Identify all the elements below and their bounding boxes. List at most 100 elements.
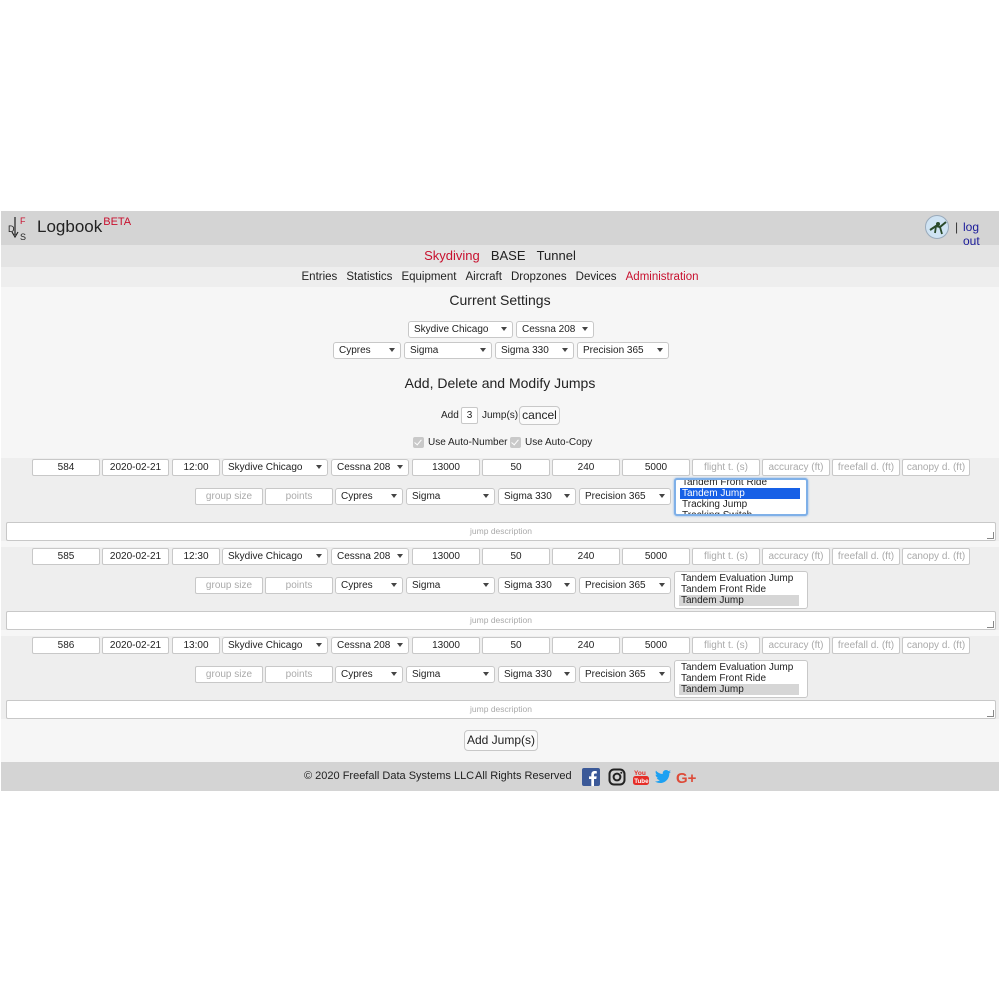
jump-reserve-select[interactable]: Precision 365	[579, 488, 671, 505]
jump-dropzone-select[interactable]: Skydive Chicago	[222, 548, 328, 565]
resize-grip-icon[interactable]	[987, 710, 994, 717]
tab-skydiving[interactable]: Skydiving	[424, 245, 480, 267]
jump-date-input[interactable]: 2020-02-21	[102, 548, 169, 565]
jump-canopy-time-input[interactable]: 240	[552, 459, 620, 476]
tab-administration[interactable]: Administration	[626, 267, 699, 287]
jump-group-size-input[interactable]: group size	[195, 666, 263, 683]
jump-type-option[interactable]: Tracking Jump	[680, 499, 800, 510]
jump-points-input[interactable]: points	[265, 577, 333, 594]
jump-points-input[interactable]: points	[265, 488, 333, 505]
jump-type-option[interactable]: Tandem Jump	[680, 488, 800, 499]
jump-reserve-select[interactable]: Precision 365	[579, 577, 671, 594]
jump-time-input[interactable]: 12:00	[172, 459, 220, 476]
jump-freefall-time-input[interactable]: 50	[482, 548, 550, 565]
jump-main-select[interactable]: Sigma 330	[498, 666, 576, 683]
jump-altitude-input[interactable]: 13000	[412, 637, 480, 654]
jump-accuracy-input[interactable]: accuracy (ft)	[762, 548, 830, 565]
default-container-select[interactable]: Sigma	[404, 342, 492, 359]
logout-link[interactable]: log out	[963, 220, 999, 248]
jump-freefall-input[interactable]: freefall d. (ft)	[832, 637, 900, 654]
youtube-icon[interactable]: You Tube	[632, 768, 650, 786]
jump-canopy-time-input[interactable]: 240	[552, 548, 620, 565]
jump-type-option[interactable]: Tandem Jump	[679, 684, 799, 695]
jump-container-select[interactable]: Sigma	[406, 488, 495, 505]
jump-freefall-input[interactable]: freefall d. (ft)	[832, 548, 900, 565]
jump-type-option[interactable]: Tandem Jump	[679, 595, 799, 606]
jump-aad-select[interactable]: Cypres	[335, 577, 403, 594]
jump-altitude-input[interactable]: 13000	[412, 459, 480, 476]
jump-points-input[interactable]: points	[265, 666, 333, 683]
default-reserve-select[interactable]: Precision 365	[577, 342, 669, 359]
default-aad-select[interactable]: Cypres	[333, 342, 401, 359]
jump-aad-select[interactable]: Cypres	[335, 666, 403, 683]
jump-type-option[interactable]: Tandem Evaluation Jump	[679, 662, 799, 673]
add-count-input[interactable]: 3	[461, 407, 478, 424]
jump-type-listbox[interactable]: Tandem Front Ride Tandem Jump Tracking Jum…	[674, 478, 808, 516]
jump-flight-time-input[interactable]: flight t. (s)	[692, 459, 760, 476]
jump-accuracy-input[interactable]: accuracy (ft)	[762, 459, 830, 476]
google-plus-icon[interactable]: G+	[676, 768, 700, 786]
jump-type-option[interactable]: Tandem Front Ride	[680, 480, 800, 488]
jump-dropzone-select[interactable]: Skydive Chicago	[222, 637, 328, 654]
default-main-select[interactable]: Sigma 330	[495, 342, 574, 359]
jump-deploy-input[interactable]: 5000	[622, 637, 690, 654]
jump-deploy-input[interactable]: 5000	[622, 548, 690, 565]
default-dropzone-select[interactable]: Skydive Chicago	[408, 321, 513, 338]
jump-number-input[interactable]: 584	[32, 459, 100, 476]
jump-group-size-input[interactable]: group size	[195, 488, 263, 505]
jump-canopy-input[interactable]: canopy d. (ft)	[902, 548, 970, 565]
jump-canopy-time-input[interactable]: 240	[552, 637, 620, 654]
jump-canopy-input[interactable]: canopy d. (ft)	[902, 637, 970, 654]
jump-freefall-time-input[interactable]: 50	[482, 459, 550, 476]
jump-number-input[interactable]: 585	[32, 548, 100, 565]
tab-devices[interactable]: Devices	[576, 267, 617, 287]
jump-freefall-time-input[interactable]: 50	[482, 637, 550, 654]
user-avatar[interactable]	[925, 215, 949, 239]
jump-flight-time-input[interactable]: flight t. (s)	[692, 637, 760, 654]
jump-time-input[interactable]: 13:00	[172, 637, 220, 654]
twitter-icon[interactable]	[654, 768, 672, 786]
tab-equipment[interactable]: Equipment	[401, 267, 456, 287]
jump-date-input[interactable]: 2020-02-21	[102, 637, 169, 654]
jump-description-input[interactable]: jump description	[6, 522, 996, 541]
jump-canopy-input[interactable]: canopy d. (ft)	[902, 459, 970, 476]
tab-tunnel[interactable]: Tunnel	[537, 245, 576, 267]
jump-description-input[interactable]: jump description	[6, 611, 996, 630]
jump-flight-time-input[interactable]: flight t. (s)	[692, 548, 760, 565]
add-jumps-button[interactable]: Add Jump(s)	[464, 730, 538, 751]
jump-container-select[interactable]: Sigma	[406, 666, 495, 683]
jump-freefall-input[interactable]: freefall d. (ft)	[832, 459, 900, 476]
auto-copy-checkbox[interactable]	[510, 437, 521, 448]
jump-type-option[interactable]: Tandem Evaluation Jump	[679, 573, 799, 584]
jump-type-option[interactable]: Tracking Switch	[680, 510, 800, 514]
jump-group-size-input[interactable]: group size	[195, 577, 263, 594]
tab-dropzones[interactable]: Dropzones	[511, 267, 567, 287]
jump-date-input[interactable]: 2020-02-21	[102, 459, 169, 476]
tab-aircraft[interactable]: Aircraft	[465, 267, 501, 287]
default-aircraft-select[interactable]: Cessna 208	[516, 321, 594, 338]
jump-main-select[interactable]: Sigma 330	[498, 488, 576, 505]
jump-type-listbox[interactable]: Tandem Evaluation Jump Tandem Front Ride T…	[674, 571, 808, 609]
jump-type-option[interactable]: Tandem Front Ride	[679, 584, 799, 595]
tab-entries[interactable]: Entries	[302, 267, 338, 287]
jump-aircraft-select[interactable]: Cessna 208	[331, 548, 409, 565]
jump-number-input[interactable]: 586	[32, 637, 100, 654]
instagram-icon[interactable]	[608, 768, 626, 786]
jump-reserve-select[interactable]: Precision 365	[579, 666, 671, 683]
jump-aircraft-select[interactable]: Cessna 208	[331, 637, 409, 654]
jump-aircraft-select[interactable]: Cessna 208	[331, 459, 409, 476]
jump-time-input[interactable]: 12:30	[172, 548, 220, 565]
jump-container-select[interactable]: Sigma	[406, 577, 495, 594]
jump-description-input[interactable]: jump description	[6, 700, 996, 719]
jump-accuracy-input[interactable]: accuracy (ft)	[762, 637, 830, 654]
jump-dropzone-select[interactable]: Skydive Chicago	[222, 459, 328, 476]
resize-grip-icon[interactable]	[987, 532, 994, 539]
cancel-button[interactable]: cancel	[519, 406, 560, 425]
jump-main-select[interactable]: Sigma 330	[498, 577, 576, 594]
facebook-icon[interactable]	[582, 768, 600, 786]
jump-type-option[interactable]: Tandem Front Ride	[679, 673, 799, 684]
tab-base[interactable]: BASE	[491, 245, 526, 267]
tab-statistics[interactable]: Statistics	[346, 267, 392, 287]
jump-type-listbox[interactable]: Tandem Evaluation Jump Tandem Front Ride T…	[674, 660, 808, 698]
resize-grip-icon[interactable]	[987, 621, 994, 628]
